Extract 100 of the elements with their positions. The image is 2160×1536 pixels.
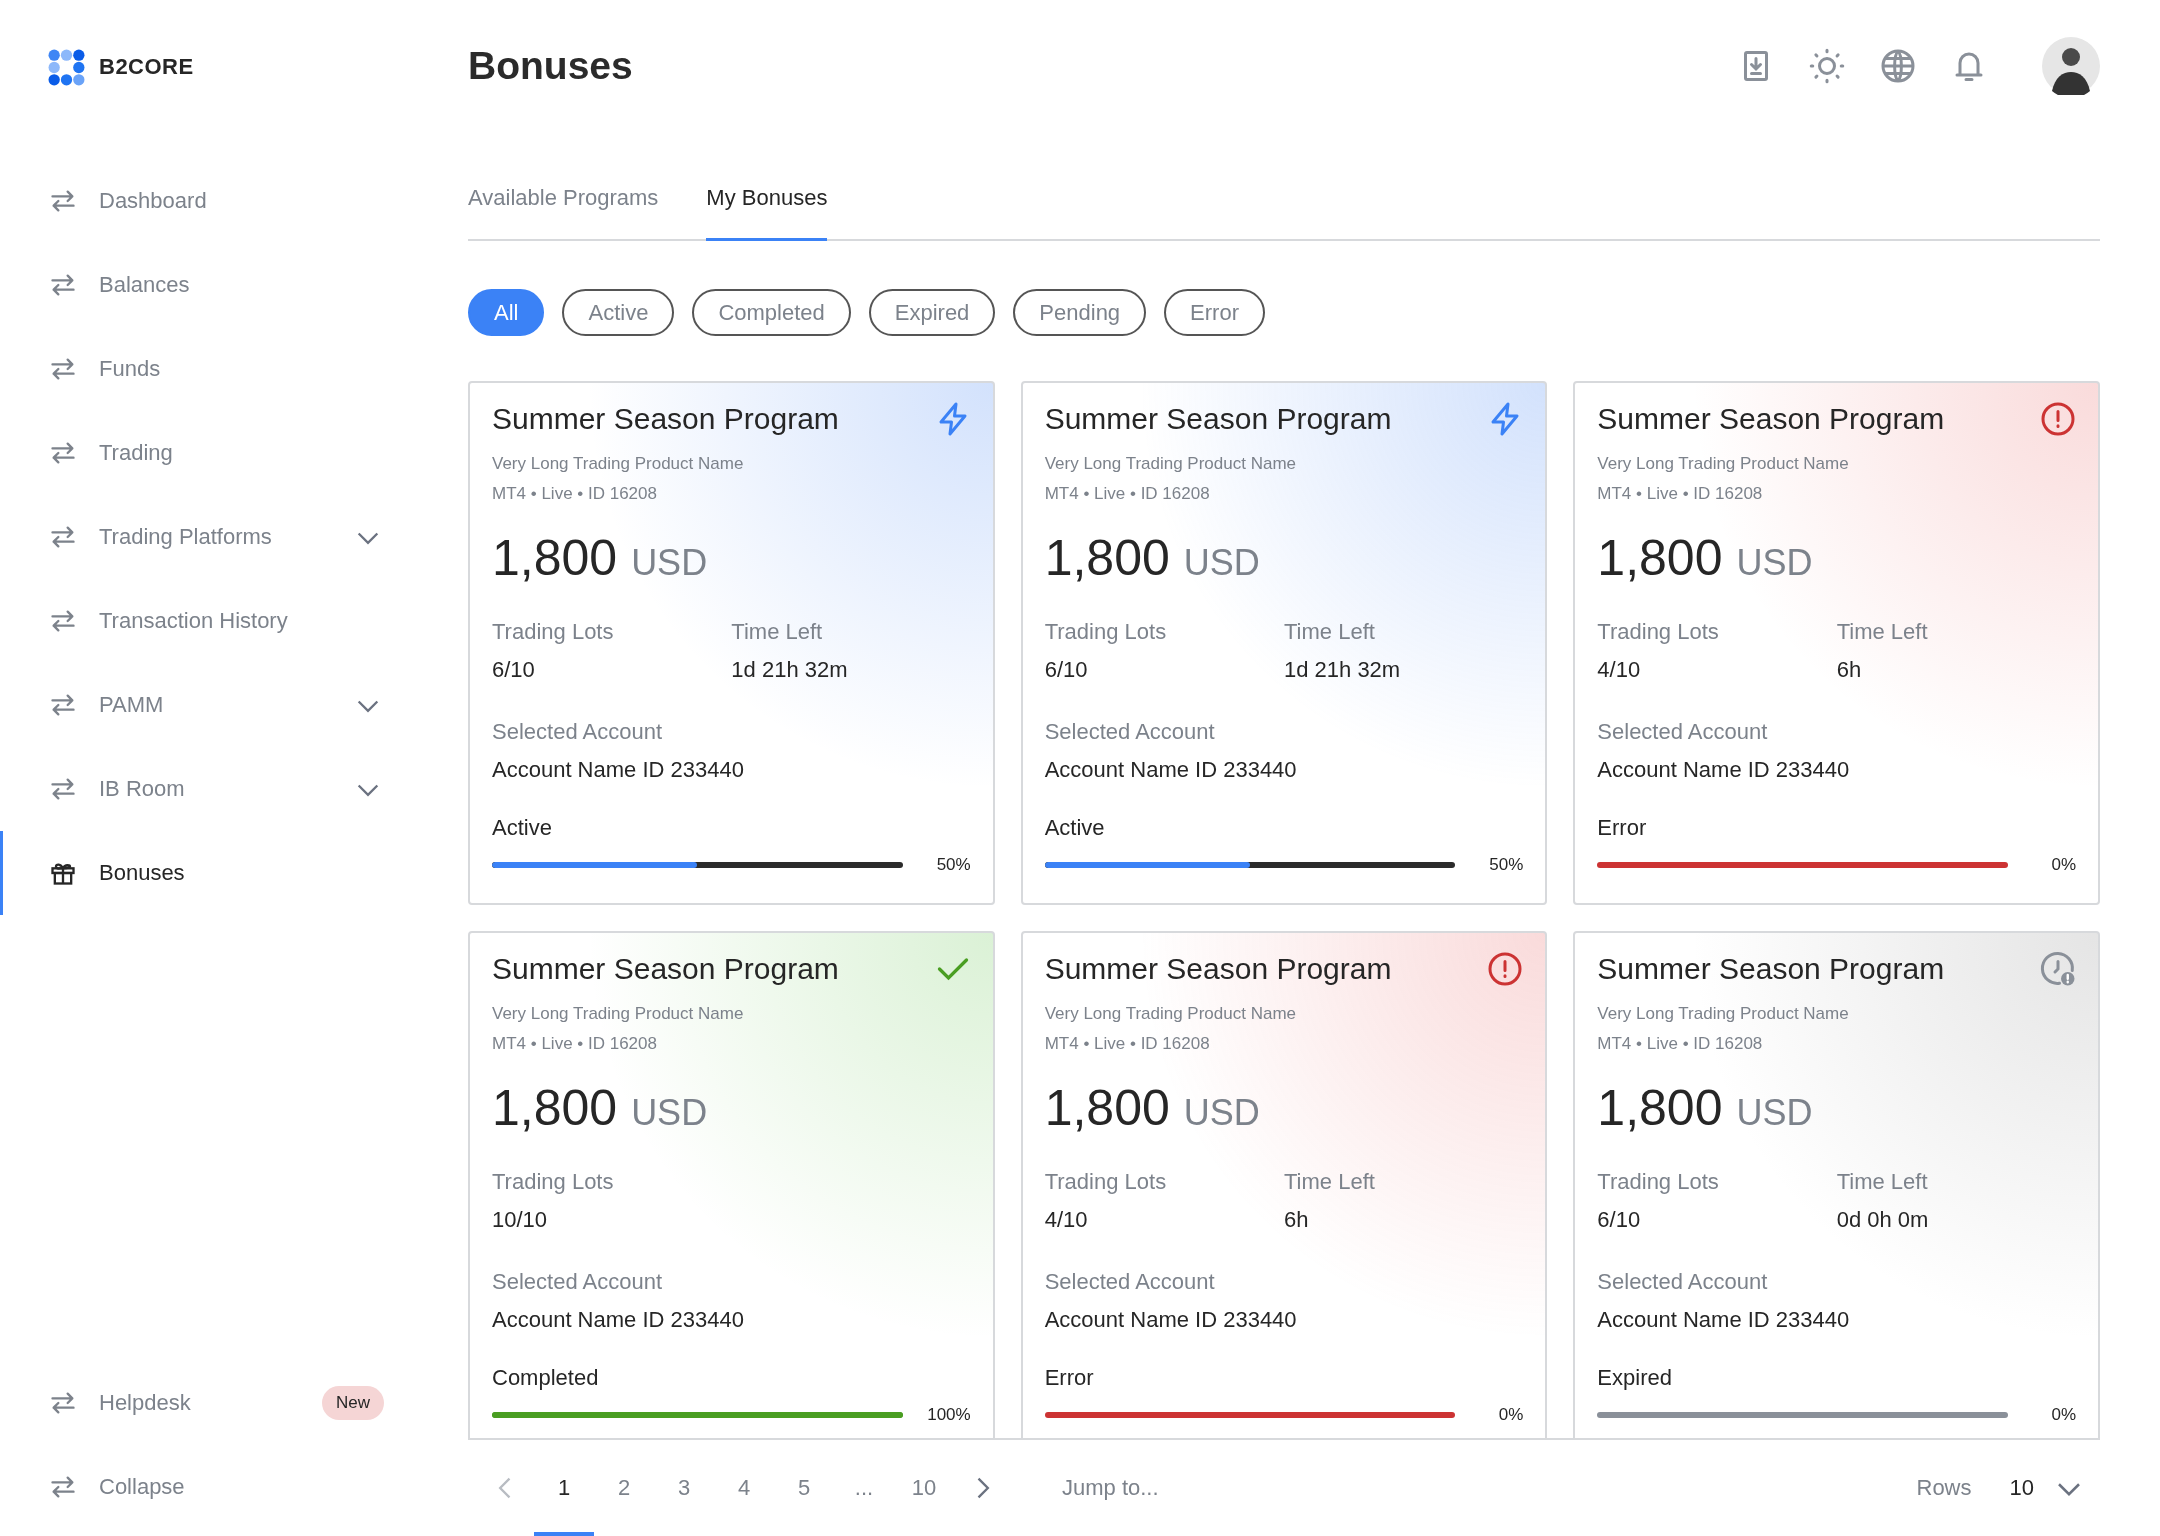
avatar[interactable] xyxy=(2042,37,2100,95)
rows-label: Rows xyxy=(1916,1475,1972,1501)
sidebar-item[interactable]: Funds xyxy=(0,327,430,411)
bonus-amount: 1,800 xyxy=(1044,529,1170,587)
stat-value: 10/10 xyxy=(492,1207,549,1233)
sidebar-item[interactable]: Helpdesk New xyxy=(0,1361,430,1445)
filter-chip[interactable]: Expired xyxy=(868,289,996,336)
alert-icon xyxy=(2040,401,2076,437)
page-button[interactable]: 3 xyxy=(654,1440,714,1536)
stat-label: Trading Lots xyxy=(492,619,615,645)
page-button[interactable]: 10 xyxy=(894,1440,954,1536)
product-name: Very Long Trading Product Name xyxy=(1044,1003,1297,1025)
logo-icon xyxy=(48,48,85,86)
brand-name: B2CORE xyxy=(99,54,194,80)
card-title: Summer Season Program xyxy=(492,952,839,986)
filter-chip[interactable]: Completed xyxy=(692,289,851,336)
swap-icon xyxy=(49,523,77,551)
account-meta: MT4 • Live • ID 16208 xyxy=(492,1033,657,1055)
bonus-amount: 1,800 xyxy=(1044,1079,1170,1137)
stat-label: Selected Account xyxy=(1044,719,1215,745)
status-label: Error xyxy=(1044,1365,1094,1391)
swap-icon xyxy=(49,607,77,635)
page-button[interactable]: 2 xyxy=(594,1440,654,1536)
bonus-amount: 1,800 xyxy=(492,529,618,587)
new-badge: New xyxy=(322,1386,384,1420)
jump-field[interactable]: Jump to... xyxy=(1060,1474,1364,1502)
stat-value: 4/10 xyxy=(1597,657,1642,683)
stat-label: Selected Account xyxy=(1597,1269,1768,1295)
stat-label: Trading Lots xyxy=(1044,619,1168,645)
product-name: Very Long Trading Product Name xyxy=(1044,453,1297,475)
stat-label: Time Left xyxy=(1284,1169,1376,1195)
sidebar-item[interactable]: PAMM xyxy=(0,663,430,747)
sidebar-item[interactable]: IB Room xyxy=(0,747,430,831)
sidebar-item[interactable]: Collapse xyxy=(0,1445,430,1529)
swap-icon xyxy=(49,1473,77,1501)
status-label: Expired xyxy=(1597,1365,1672,1391)
bonus-amount: 1,800 xyxy=(1597,529,1723,587)
stat-value: 6/10 xyxy=(1044,657,1089,683)
account-meta: MT4 • Live • ID 16208 xyxy=(1044,1033,1210,1055)
card-title: Summer Season Program xyxy=(1044,952,1392,986)
currency: USD xyxy=(1183,542,1260,584)
product-name: Very Long Trading Product Name xyxy=(1597,1003,1849,1025)
filter-chip[interactable]: Pending xyxy=(1013,289,1147,336)
sidebar-item[interactable]: Bonuses xyxy=(0,831,430,915)
globe-icon[interactable] xyxy=(1880,48,1916,84)
account-name: Account Name ID 233440 xyxy=(1597,757,1850,783)
sidebar-item[interactable]: Trading Platforms xyxy=(0,495,430,579)
account-meta: MT4 • Live • ID 16208 xyxy=(492,483,657,505)
account-meta: MT4 • Live • ID 16208 xyxy=(1597,483,1763,505)
page-button[interactable]: 5 xyxy=(774,1440,834,1536)
stat-label: Trading Lots xyxy=(1044,1169,1168,1195)
account-name: Account Name ID 233440 xyxy=(492,1307,744,1333)
product-name: Very Long Trading Product Name xyxy=(492,453,744,475)
bonus-amount: 1,800 xyxy=(1597,1079,1723,1137)
product-name: Very Long Trading Product Name xyxy=(492,1003,744,1025)
sidebar-item[interactable]: Transaction History xyxy=(0,579,430,663)
progress-percent: 0% xyxy=(2050,1405,2076,1425)
currency: USD xyxy=(1736,1092,1813,1134)
filter-chip[interactable]: All xyxy=(468,289,545,336)
currency: USD xyxy=(1183,1092,1260,1134)
swap-icon xyxy=(49,439,77,467)
rows-dropdown[interactable]: 10 xyxy=(2003,1472,2090,1504)
stat-value: 6h xyxy=(1284,1207,1310,1233)
progress-percent: 100% xyxy=(926,1405,971,1425)
stat-value: 1d 21h 32m xyxy=(1284,657,1402,683)
stat-label: Selected Account xyxy=(1044,1269,1215,1295)
account-meta: MT4 • Live • ID 16208 xyxy=(1597,1033,1763,1055)
tab[interactable]: Available Programs xyxy=(468,185,659,241)
filter-chip[interactable]: Error xyxy=(1164,289,1265,336)
status-label: Completed xyxy=(492,1365,599,1391)
swap-icon xyxy=(49,775,77,803)
filter-chip[interactable]: Active xyxy=(562,289,675,336)
progress-percent: 0% xyxy=(1497,1405,1524,1425)
card-title: Summer Season Program xyxy=(1597,952,1945,986)
stat-label: Selected Account xyxy=(492,719,662,745)
stat-label: Trading Lots xyxy=(1597,1169,1720,1195)
stat-value: 6/10 xyxy=(492,657,536,683)
account-name: Account Name ID 233440 xyxy=(492,757,744,783)
sidebar-item[interactable]: Dashboard xyxy=(0,159,430,243)
account-meta: MT4 • Live • ID 16208 xyxy=(1044,483,1210,505)
page-button[interactable]: 4 xyxy=(714,1440,774,1536)
page-button[interactable]: ... xyxy=(834,1440,894,1536)
page-button[interactable]: 1 xyxy=(534,1440,594,1536)
card-title: Summer Season Program xyxy=(1597,402,1945,436)
sidebar-item[interactable]: Balances xyxy=(0,243,430,327)
sidebar-item[interactable]: Trading xyxy=(0,411,430,495)
status-label: Active xyxy=(1044,815,1105,841)
stat-label: Time Left xyxy=(1836,1169,1929,1195)
account-name: Account Name ID 233440 xyxy=(1044,757,1297,783)
stat-value: 6/10 xyxy=(1597,1207,1642,1233)
card-title: Summer Season Program xyxy=(1044,402,1392,436)
status-label: Active xyxy=(492,815,552,841)
tab[interactable]: My Bonuses xyxy=(706,185,828,241)
stat-value: 0d 0h 0m xyxy=(1836,1207,1930,1233)
currency: USD xyxy=(631,542,708,584)
swap-icon xyxy=(49,355,77,383)
sun-icon[interactable] xyxy=(1809,48,1845,84)
stat-value: 1d 21h 32m xyxy=(731,657,849,683)
status-label: Error xyxy=(1597,815,1647,841)
clock-alert-icon xyxy=(2040,951,2076,987)
